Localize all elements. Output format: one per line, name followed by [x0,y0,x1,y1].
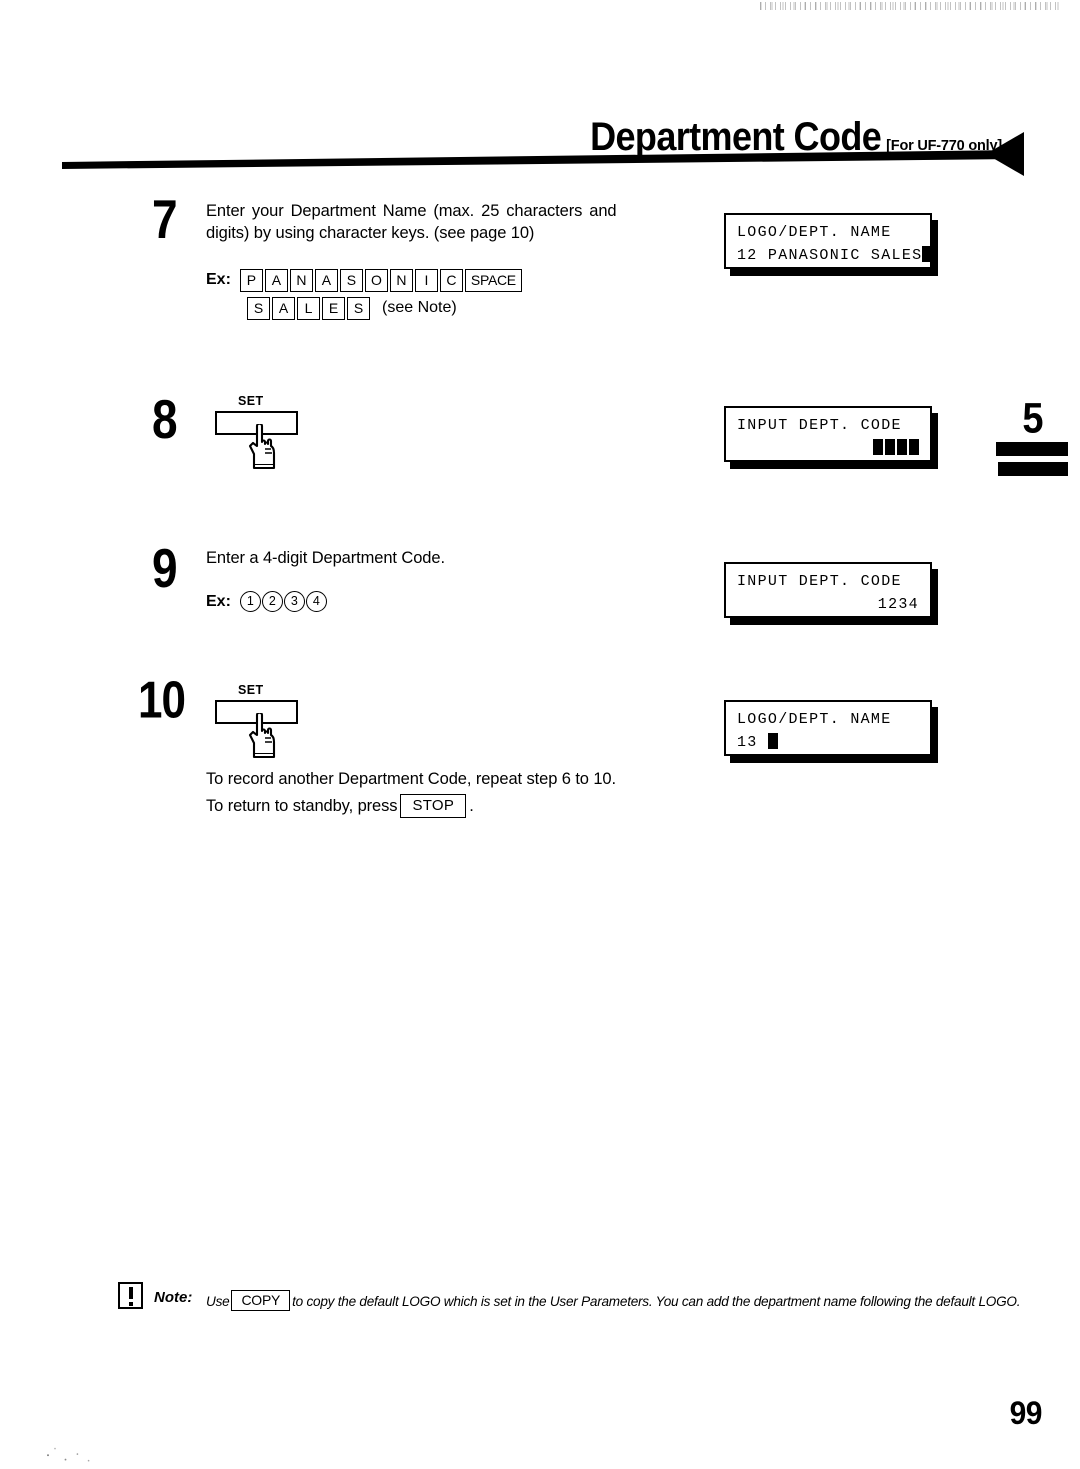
step-10-set-key[interactable]: SET [212,683,342,761]
step-7-lcd-cursor [922,245,933,262]
digit-key-1[interactable]: 1 [239,591,261,613]
pointing-hand-icon [248,424,276,470]
step-8-lcd-cursor-4 [909,438,919,455]
step-10-body: To record another Department Code, repea… [206,768,616,819]
chapter-tab-number: 5 [1022,395,1044,443]
step-8-lcd-cursor-2 [885,438,895,455]
page-title-subtitle: [For UF-770 only] [886,137,1002,154]
key-S-3[interactable]: S [347,296,370,320]
key-space[interactable]: SPACE [464,268,522,292]
page-title: Department Code [For UF-770 only] [590,114,1002,160]
digit-key-4[interactable]: 4 [305,591,327,613]
left-triangle-arrow-icon [986,132,1024,176]
step-10-text-line1: To record another Department Code, repea… [206,770,616,788]
key-O[interactable]: O [364,268,388,292]
step-7-example-note: (see Note) [382,299,457,317]
chapter-tab: 5 [996,398,1070,476]
step-10-set-key-label: SET [238,683,264,697]
step-8-lcd-line2 [737,438,921,461]
digit-key-3[interactable]: 3 [283,591,305,613]
step-7-number: 7 [152,188,178,250]
key-C[interactable]: C [439,268,463,292]
pointing-hand-icon [248,713,276,759]
step-10-number: 10 [138,671,186,730]
page-title-text: Department Code [590,113,882,159]
step-8-lcd-cursor-group [871,438,919,461]
key-N[interactable]: N [289,268,313,292]
step-7-body: Enter your Department Name (max. 25 char… [206,200,617,320]
note-label: Note: [154,1289,193,1306]
step-7-text-line2: digits) by using character keys. (see pa… [206,224,535,243]
step-8-lcd-face: INPUT DEPT. CODE [724,406,932,462]
scan-noise-bottom-left [34,1442,104,1464]
step-7-lcd-line2: 12 PANASONIC SALES [737,245,933,268]
step-10-text-line2-post: . [469,797,474,816]
step-7-lcd-line1: LOGO/DEPT. NAME [737,224,892,241]
step-7-lcd: LOGO/DEPT. NAME 12 PANASONIC SALES [724,213,938,276]
key-N-2[interactable]: N [389,268,413,292]
step-10-lcd-cursor [767,732,778,749]
step-8-lcd-cursor-1 [873,438,883,455]
step-9-lcd-face: INPUT DEPT. CODE 1234 [724,562,932,618]
step-7-example-row2: S A L E S (see Note) [247,296,617,320]
key-A-2[interactable]: A [314,268,338,292]
scan-noise-top [760,2,1060,10]
note-text: Use COPY to copy the default LOGO which is… [206,1290,1080,1312]
step-9-text-line1: Enter a 4-digit Department Code. [206,549,445,567]
step-9-example-row: Ex: 1 2 3 4 [206,591,445,613]
step-10-lcd-face: LOGO/DEPT. NAME 13 [724,700,932,756]
key-S-2[interactable]: S [247,296,270,320]
step-9-lcd: INPUT DEPT. CODE 1234 [724,562,938,625]
note-text-post: to copy the default LOGO which is set in… [292,1294,1021,1309]
step-9-body: Enter a 4-digit Department Code. Ex: 1 2… [206,547,445,613]
step-7-example-row1: Ex: P A N A S O N I C SPACE [206,268,617,292]
key-L[interactable]: L [297,296,320,320]
step-9-lcd-line1: INPUT DEPT. CODE [737,573,902,590]
copy-key[interactable]: COPY [231,1290,291,1311]
page-number: 99 [1009,1396,1043,1432]
step-8-set-key[interactable]: SET [212,394,342,472]
key-A[interactable]: A [264,268,288,292]
step-7-example-label: Ex: [206,271,231,289]
digit-key-2[interactable]: 2 [261,591,283,613]
note-text-pre: Use [206,1294,230,1309]
key-S[interactable]: S [339,268,363,292]
step-7-lcd-face: LOGO/DEPT. NAME 12 PANASONIC SALES [724,213,933,269]
step-10-text-line2-pre: To return to standby, press [206,797,398,816]
key-P[interactable]: P [239,268,263,292]
stop-key[interactable]: STOP [400,794,467,819]
step-10-text-line2: To return to standby, press STOP. [206,794,616,819]
step-10-lcd-line2-text: 13 [737,733,768,751]
chapter-tab-bar-2 [998,462,1068,476]
key-I[interactable]: I [414,268,438,292]
exclamation-box-icon [118,1282,143,1309]
chapter-tab-bar-1 [996,442,1068,456]
key-A-3[interactable]: A [272,296,295,320]
step-8-number: 8 [152,388,178,450]
step-10-lcd: LOGO/DEPT. NAME 13 [724,700,938,763]
step-10-lcd-line2: 13 [737,732,921,755]
step-9-number: 9 [152,537,178,599]
step-8-set-key-label: SET [238,394,264,408]
step-9-example-label: Ex: [206,592,231,610]
step-7-text-line1: Enter your Department Name (max. 25 char… [206,202,617,220]
step-8-lcd-line1: INPUT DEPT. CODE [737,417,902,434]
step-9-lcd-line2: 1234 [877,595,919,613]
step-8-lcd-cursor-3 [897,438,907,455]
key-E[interactable]: E [322,296,345,320]
step-7-lcd-line2-text: 12 PANASONIC SALES [737,246,923,264]
step-8-lcd: INPUT DEPT. CODE [724,406,938,469]
step-10-lcd-line1: LOGO/DEPT. NAME [737,711,892,728]
